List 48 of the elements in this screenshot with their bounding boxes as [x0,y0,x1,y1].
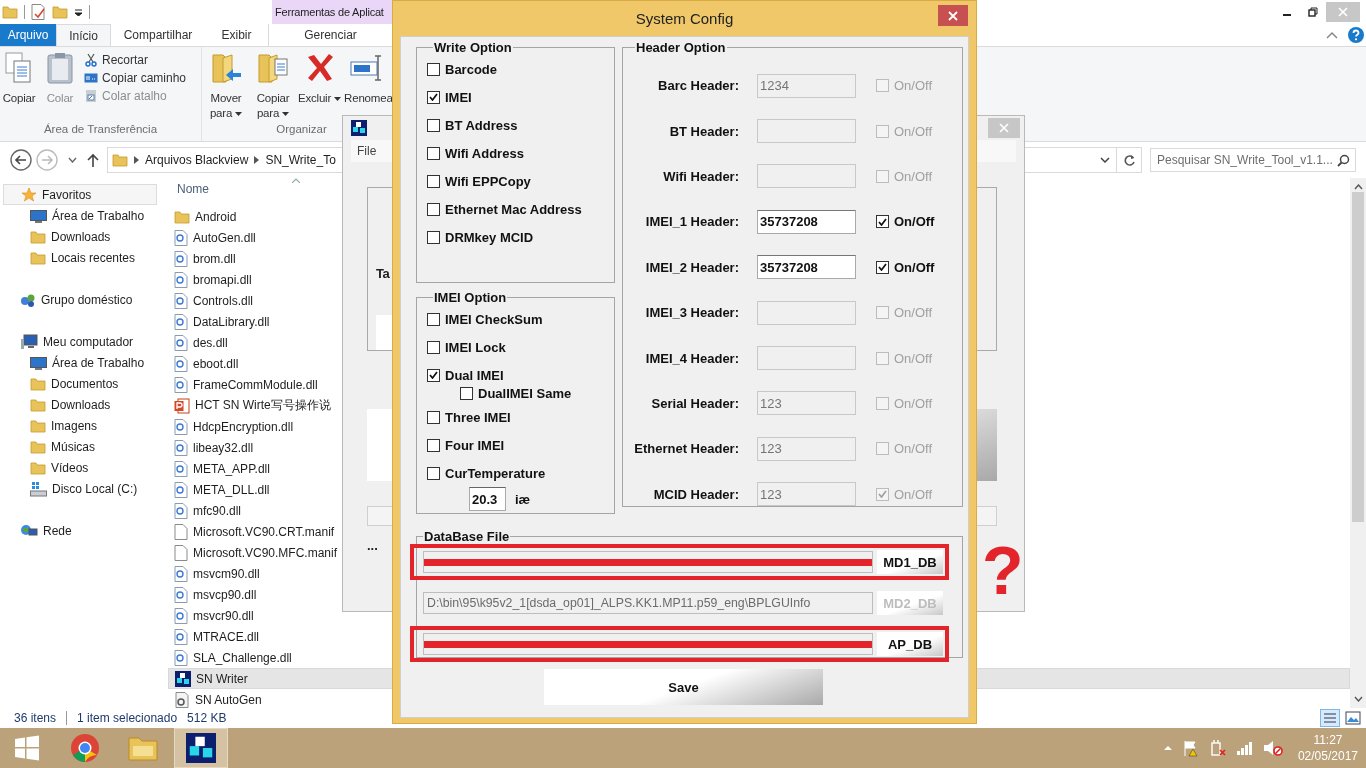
field-label: MCID Header: [652,486,739,502]
checkbox-label: Four IMEI [445,437,505,453]
group-label: Organizar [276,123,327,137]
checkbox-label: On/Off [894,123,933,139]
checkbox-label: On/Off [894,395,933,411]
question-mark: ? [982,536,1024,604]
checkbox-label: On/Off [894,259,935,275]
checkbox-label: IMEI Lock [445,339,506,355]
checkbox-label: On/Off [894,486,933,502]
checkbox-label: On/Off [894,350,933,366]
field-label: Serial Header: [650,395,739,411]
checkbox-label: On/Off [894,441,933,457]
field-label: Wifi Header: [662,168,739,184]
checkbox-label: IMEI CheckSum [445,311,543,327]
field-label: IMEI_4 Header: [644,350,739,366]
group-title: IMEI Option [433,290,508,305]
group-label: Área de Transferência [43,123,158,137]
field-label: Ta [376,266,390,281]
group-title: Write Option [433,40,513,55]
item-count: 36 itens [14,711,57,725]
checkbox-label: On/Off [894,168,933,184]
checkbox-label: Barcode [445,61,498,77]
checkbox-label: CurTemperature [445,465,546,481]
checkbox-label: Wifi EPPCopy [445,173,531,189]
group-title: Header Option [635,40,727,55]
window-title: System Config [634,10,735,27]
checkbox-label: Three IMEI [445,409,511,425]
checkbox-label: DualIMEI Same [478,385,572,401]
selection-size: 512 KB [187,711,227,725]
selection-info: 1 item selecionado [77,711,178,725]
field-label: IMEI_3 Header: [644,305,739,321]
checkbox-label: IMEI [445,89,472,105]
unit-label: iæ [515,491,531,507]
checkbox-label: On/Off [894,78,933,94]
checkbox-label: DRMkey MCID [445,229,534,245]
field-label: IMEI_1 Header: [644,214,739,230]
group-title: DataBase File [423,529,511,544]
field-label: BT Header: [668,123,739,139]
field-label: IMEI_2 Header: [644,259,739,275]
checkbox-label: BT Address [445,117,518,133]
field-label: Barc Header: [657,78,739,94]
checkbox-label: Wifi Address [445,145,524,161]
ellipsis-text: ... [367,538,378,553]
checkbox-label: Ethernet Mac Address [445,201,582,217]
checkbox-label: On/Off [894,305,933,321]
checkbox-label: On/Off [894,214,935,230]
checkbox-label: Dual IMEI [445,367,504,383]
field-label: Ethernet Header: [633,441,739,457]
